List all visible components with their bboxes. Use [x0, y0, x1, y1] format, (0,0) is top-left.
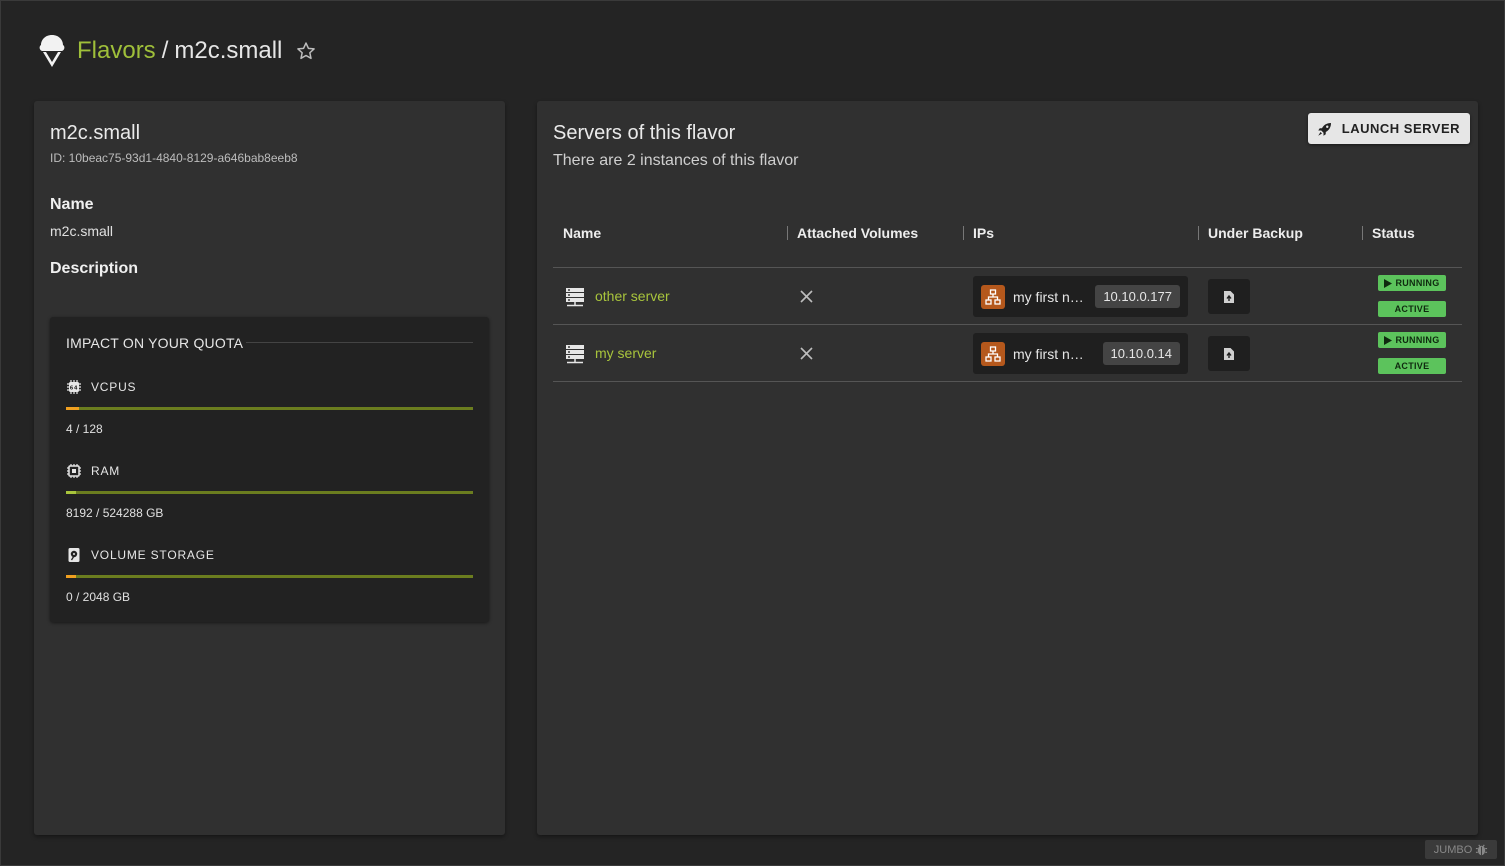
quota-card: IMPACT ON YOUR QUOTA 64 VCPUS 4 / 128 RA… [50, 317, 489, 622]
quota-divider [246, 342, 473, 343]
svg-text:64: 64 [70, 385, 79, 391]
table-row[interactable]: other server my first n… 10.10.0.177 RUN… [553, 268, 1462, 325]
backup-file-icon [1224, 347, 1234, 360]
network-icon [981, 284, 1005, 309]
name-value: m2c.small [50, 223, 114, 239]
servers-title: Servers of this flavor [553, 122, 736, 144]
backup-button[interactable] [1208, 279, 1250, 314]
quota-bar [66, 491, 473, 494]
play-icon [1384, 335, 1393, 345]
jumbo-badge[interactable]: JUMBO [1425, 840, 1497, 859]
quota-bar-fill [66, 407, 79, 410]
quota-label: VCPUS [91, 380, 137, 394]
status-badge-running: RUNNING [1378, 332, 1446, 348]
breadcrumb-separator: / [161, 37, 169, 64]
network-icon [981, 341, 1005, 366]
servers-table: Name Attached Volumes IPs Under Backup S… [553, 213, 1462, 382]
table-row[interactable]: my server my first ne… 10.10.0.14 RUNNIN… [553, 325, 1462, 382]
backup-button[interactable] [1208, 336, 1250, 371]
server-name-link[interactable]: other server [595, 288, 670, 304]
star-outline-icon[interactable] [296, 41, 316, 61]
launch-server-button[interactable]: LAUNCH SERVER [1307, 113, 1470, 144]
quota-bar [66, 407, 473, 410]
network-name: my first n… [1013, 288, 1084, 305]
ip-address: 10.10.0.177 [1095, 285, 1180, 308]
servers-subtitle: There are 2 instances of this flavor [553, 152, 799, 169]
network-name: my first ne… [1013, 345, 1086, 362]
page-header: Flavors / m2c.small [37, 33, 316, 69]
play-icon [1384, 278, 1393, 288]
close-icon [800, 347, 813, 360]
name-label: Name [50, 196, 94, 213]
table-header: Name Attached Volumes IPs Under Backup S… [553, 213, 1462, 268]
flavor-id: ID: 10beac75-93d1-4840-8129-a646bab8eeb8 [50, 151, 298, 165]
server-icon [566, 345, 584, 364]
status-badge-running: RUNNING [1378, 275, 1446, 291]
hard-disk-icon [68, 548, 80, 562]
servers-panel: Servers of this flavor There are 2 insta… [537, 101, 1478, 835]
quota-title: IMPACT ON YOUR QUOTA [66, 335, 244, 351]
quota-value: 8192 / 524288 GB [66, 506, 164, 520]
ip-chip[interactable]: my first ne… 10.10.0.14 [973, 333, 1188, 374]
state-badge-active: ACTIVE [1378, 301, 1446, 317]
server-icon [566, 288, 584, 307]
memory-icon [67, 464, 81, 478]
quota-value: 0 / 2048 GB [66, 590, 131, 604]
column-header-attached-volumes[interactable]: Attached Volumes [787, 225, 918, 241]
close-icon [800, 290, 813, 303]
rocket-icon [1318, 122, 1331, 136]
cpu-icon: 64 [67, 380, 81, 394]
ice-cream-icon [39, 35, 65, 67]
column-header-status[interactable]: Status [1362, 225, 1415, 241]
breadcrumb-current: m2c.small [174, 37, 283, 64]
ip-chip[interactable]: my first n… 10.10.0.177 [973, 276, 1188, 317]
column-header-under-backup[interactable]: Under Backup [1198, 225, 1303, 241]
breadcrumb-flavors-link[interactable]: Flavors [77, 37, 156, 65]
flavor-title: m2c.small [50, 122, 141, 144]
quota-item-ram: RAM 8192 / 524288 GB [66, 463, 473, 520]
quota-value: 4 / 128 [66, 422, 103, 436]
ip-address: 10.10.0.14 [1102, 342, 1180, 365]
backup-file-icon [1224, 290, 1234, 303]
state-badge-active: ACTIVE [1378, 358, 1446, 374]
column-header-name[interactable]: Name [563, 225, 601, 241]
column-header-ips[interactable]: IPs [963, 225, 994, 241]
bug-icon [1476, 844, 1488, 856]
flavor-details-panel: m2c.small ID: 10beac75-93d1-4840-8129-a6… [34, 101, 505, 835]
quota-bar-fill [66, 491, 77, 494]
quota-label: VOLUME STORAGE [91, 548, 215, 562]
quota-item-volume-storage: VOLUME STORAGE 0 / 2048 GB [66, 547, 473, 604]
description-label: Description [50, 260, 139, 277]
launch-server-label: LAUNCH SERVER [1341, 121, 1460, 136]
server-name-link[interactable]: my server [595, 345, 656, 361]
quota-bar-fill [66, 575, 77, 578]
quota-label: RAM [91, 464, 121, 478]
quota-item-vcpus: 64 VCPUS 4 / 128 [66, 379, 473, 436]
jumbo-label: JUMBO [1433, 843, 1473, 856]
quota-bar [66, 575, 473, 578]
